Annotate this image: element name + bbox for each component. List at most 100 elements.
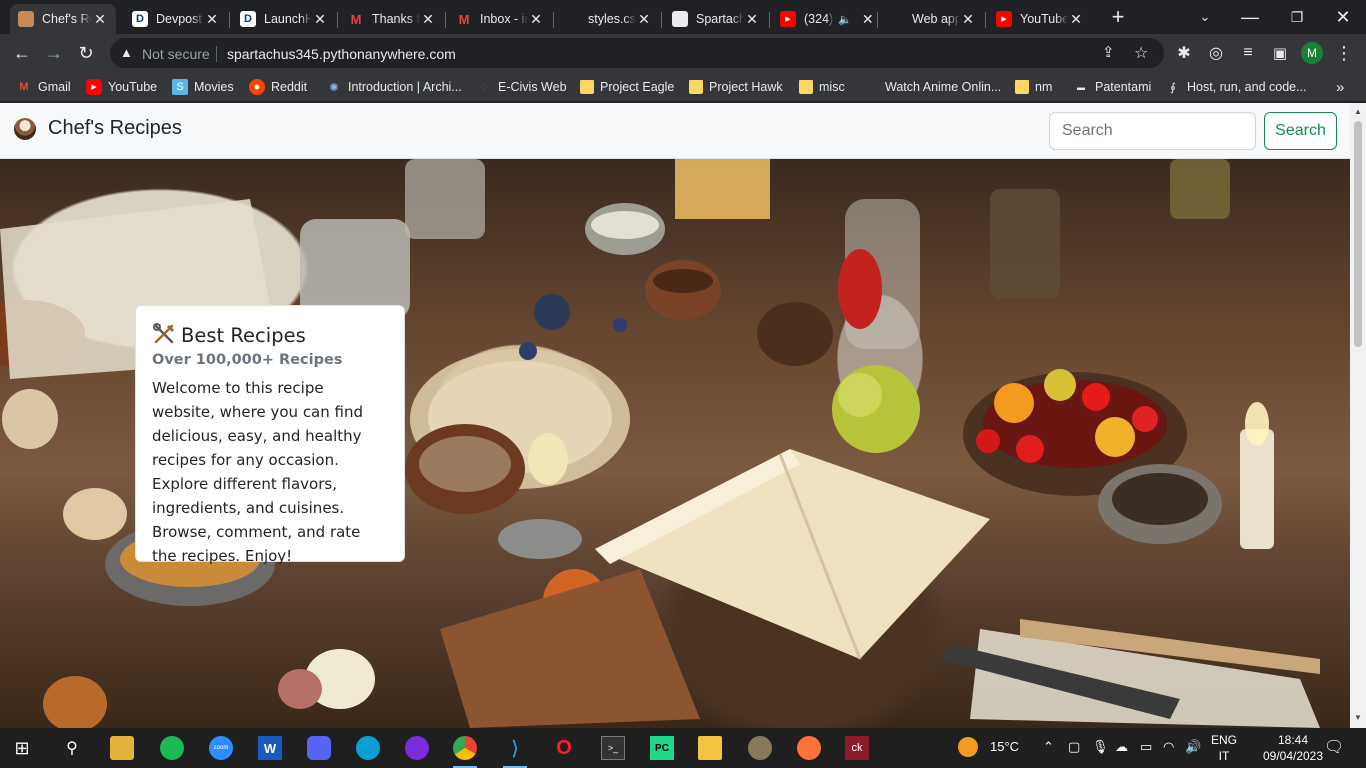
profile-avatar[interactable]: M <box>1301 42 1323 64</box>
search-icon[interactable]: ⚲ <box>60 736 84 760</box>
wifi-icon[interactable]: ◠ <box>1163 739 1174 755</box>
bookmark-watch-anime[interactable]: Watch Anime Onlin... <box>863 77 1001 97</box>
side-panel-icon[interactable]: ▣ <box>1266 39 1294 67</box>
forward-button[interactable]: → <box>40 39 68 67</box>
tab-styles-css[interactable]: styles.css ✕ <box>556 4 660 34</box>
warning-icon[interactable]: ▲ <box>120 45 133 60</box>
tab-chefs-recipes[interactable]: Chef's Recipes ✕ <box>10 4 116 34</box>
blank-favicon <box>564 11 580 27</box>
utensils-icon <box>153 323 175 344</box>
firefox-icon[interactable] <box>797 736 821 760</box>
bookmark-pythonanywhere[interactable]: ∮ Host, run, and code... <box>1165 77 1306 97</box>
tab-gmail-inbox[interactable]: M Inbox - info ✕ <box>448 4 552 34</box>
vscode-icon[interactable]: ⟩ <box>503 736 527 768</box>
bookmark-star-icon[interactable]: ☆ <box>1134 43 1148 63</box>
close-tab-icon[interactable]: ✕ <box>960 11 976 28</box>
audio-playing-icon[interactable]: 🔈 <box>838 13 852 26</box>
scroll-down-arrow-icon[interactable]: ▼ <box>1354 713 1362 722</box>
bookmarks-bar: M Gmail ▶ YouTube S Movies ● Reddit ✺ Introdu… <box>0 72 1366 102</box>
search-button[interactable]: Search <box>1264 112 1337 150</box>
media-app-icon[interactable] <box>405 736 429 760</box>
back-button[interactable]: ← <box>8 39 36 67</box>
close-tab-icon[interactable]: ✕ <box>528 11 544 28</box>
tab-github[interactable]: Spartachus ✕ <box>664 4 768 34</box>
discord-icon[interactable] <box>307 736 331 760</box>
bookmark-misc[interactable]: misc <box>799 77 845 97</box>
system-clock[interactable]: 18:44 09/04/2023 <box>1261 732 1325 764</box>
bookmark-movies[interactable]: S Movies <box>172 77 234 97</box>
notifications-icon[interactable]: 🗨 <box>1324 737 1344 757</box>
onedrive-cloud-icon[interactable]: ☁ <box>1115 739 1128 755</box>
close-window-button[interactable]: ✕ <box>1329 5 1357 29</box>
brand-name: Chef's Recipes <box>48 117 182 139</box>
file-explorer-icon[interactable] <box>698 736 722 760</box>
spotify-icon[interactable] <box>160 736 184 760</box>
bookmark-patentami[interactable]: ▬ Patentami <box>1073 77 1151 97</box>
extension-icon[interactable]: ◎ <box>1202 39 1230 67</box>
close-tab-icon[interactable]: ✕ <box>204 11 220 28</box>
close-tab-icon[interactable]: ✕ <box>1068 11 1084 28</box>
close-tab-icon[interactable]: ✕ <box>636 11 652 28</box>
tab-title: Inbox - info <box>480 12 528 26</box>
reload-button[interactable]: ↻ <box>72 39 100 67</box>
close-tab-icon[interactable]: ✕ <box>860 11 876 28</box>
search-input[interactable] <box>1049 112 1256 150</box>
zoom-icon[interactable]: zoom <box>209 736 233 760</box>
compass-app-icon[interactable] <box>748 736 772 760</box>
menu-kebab-icon[interactable]: ⋮ <box>1330 39 1358 67</box>
language-indicator[interactable]: ENG IT <box>1210 732 1238 764</box>
bookmarks-overflow-button[interactable]: » <box>1336 77 1344 97</box>
new-tab-button[interactable]: + <box>1104 5 1132 29</box>
bookmark-reddit[interactable]: ● Reddit <box>249 77 307 97</box>
tray-device-icon[interactable]: ▢ <box>1068 739 1080 755</box>
weather-icon[interactable] <box>958 737 978 757</box>
tab-devpost[interactable]: D Devpost ✕ <box>124 4 228 34</box>
bookmark-introduction-archi[interactable]: ✺ Introduction | Archi... <box>326 77 461 97</box>
bookmark-youtube[interactable]: ▶ YouTube <box>86 77 157 97</box>
hero-card: Best Recipes Over 100,000+ Recipes Welco… <box>135 305 405 565</box>
close-tab-icon[interactable]: ✕ <box>420 11 436 28</box>
page-scrollbar[interactable]: ▲ ▼ <box>1350 103 1366 728</box>
bookmark-project-hawk[interactable]: Project Hawk <box>689 77 783 97</box>
weather-temperature[interactable]: 15°C <box>990 739 1019 754</box>
opera-icon[interactable]: O <box>552 736 576 760</box>
close-tab-icon[interactable]: ✕ <box>744 11 760 28</box>
not-secure-label[interactable]: Not secure <box>142 46 210 62</box>
close-tab-icon[interactable]: ✕ <box>312 11 328 28</box>
tab-web-app[interactable]: Web app ✕ <box>880 4 984 34</box>
bookmark-nm[interactable]: nm <box>1015 77 1052 97</box>
chrome-icon[interactable] <box>453 736 477 768</box>
tab-youtube-playing[interactable]: ▶ (324) 🔈 ✕ <box>772 4 876 34</box>
tray-overflow-chevron-icon[interactable]: ⌃ <box>1043 739 1054 755</box>
battery-icon[interactable]: ▭ <box>1140 739 1152 755</box>
tab-gmail-thanks[interactable]: M Thanks for ✕ <box>340 4 444 34</box>
hero-subtitle: Over 100,000+ Recipes <box>152 352 343 368</box>
extensions-puzzle-icon[interactable]: ✱ <box>1170 39 1198 67</box>
share-icon[interactable]: ⇪ <box>1102 43 1115 61</box>
minimize-button[interactable]: — <box>1236 5 1264 29</box>
word-icon[interactable]: W <box>258 736 282 760</box>
microphone-icon[interactable]: 🎙 <box>1092 739 1109 755</box>
brand-link[interactable]: Chef's Recipes <box>14 117 182 140</box>
tab-youtube[interactable]: ▶ YouTube ✕ <box>988 4 1092 34</box>
bookmark-project-eagle[interactable]: Project Eagle <box>580 77 674 97</box>
edge-icon[interactable] <box>356 736 380 760</box>
windows-start-icon[interactable]: ⊞ <box>10 736 34 760</box>
scrollbar-thumb[interactable] <box>1354 121 1362 347</box>
pycharm-icon[interactable]: PC <box>650 736 674 760</box>
media-controls-icon[interactable]: ≡ <box>1234 39 1262 67</box>
app-icon[interactable]: ck <box>845 736 869 760</box>
url-text[interactable]: spartachus345.pythonanywhere.com <box>227 46 456 62</box>
bookmark-ecivis[interactable]: ◌ E-Civis Web <box>476 77 567 97</box>
volume-icon[interactable]: 🔊 <box>1185 739 1201 755</box>
address-bar[interactable]: ▲ Not secure spartachus345.pythonanywher… <box>110 38 1164 68</box>
store-icon[interactable] <box>110 736 134 760</box>
tab-launchhacks[interactable]: D LaunchHacks ✕ <box>232 4 336 34</box>
tab-search-chevron-icon[interactable]: ⌄ <box>1191 5 1219 29</box>
gmail-icon: M <box>458 11 470 27</box>
scroll-up-arrow-icon[interactable]: ▲ <box>1354 107 1362 116</box>
terminal-icon[interactable]: >_ <box>601 736 625 760</box>
restore-button[interactable]: ❐ <box>1283 5 1311 29</box>
close-tab-icon[interactable]: ✕ <box>92 11 108 28</box>
bookmark-gmail[interactable]: M Gmail <box>16 77 70 97</box>
